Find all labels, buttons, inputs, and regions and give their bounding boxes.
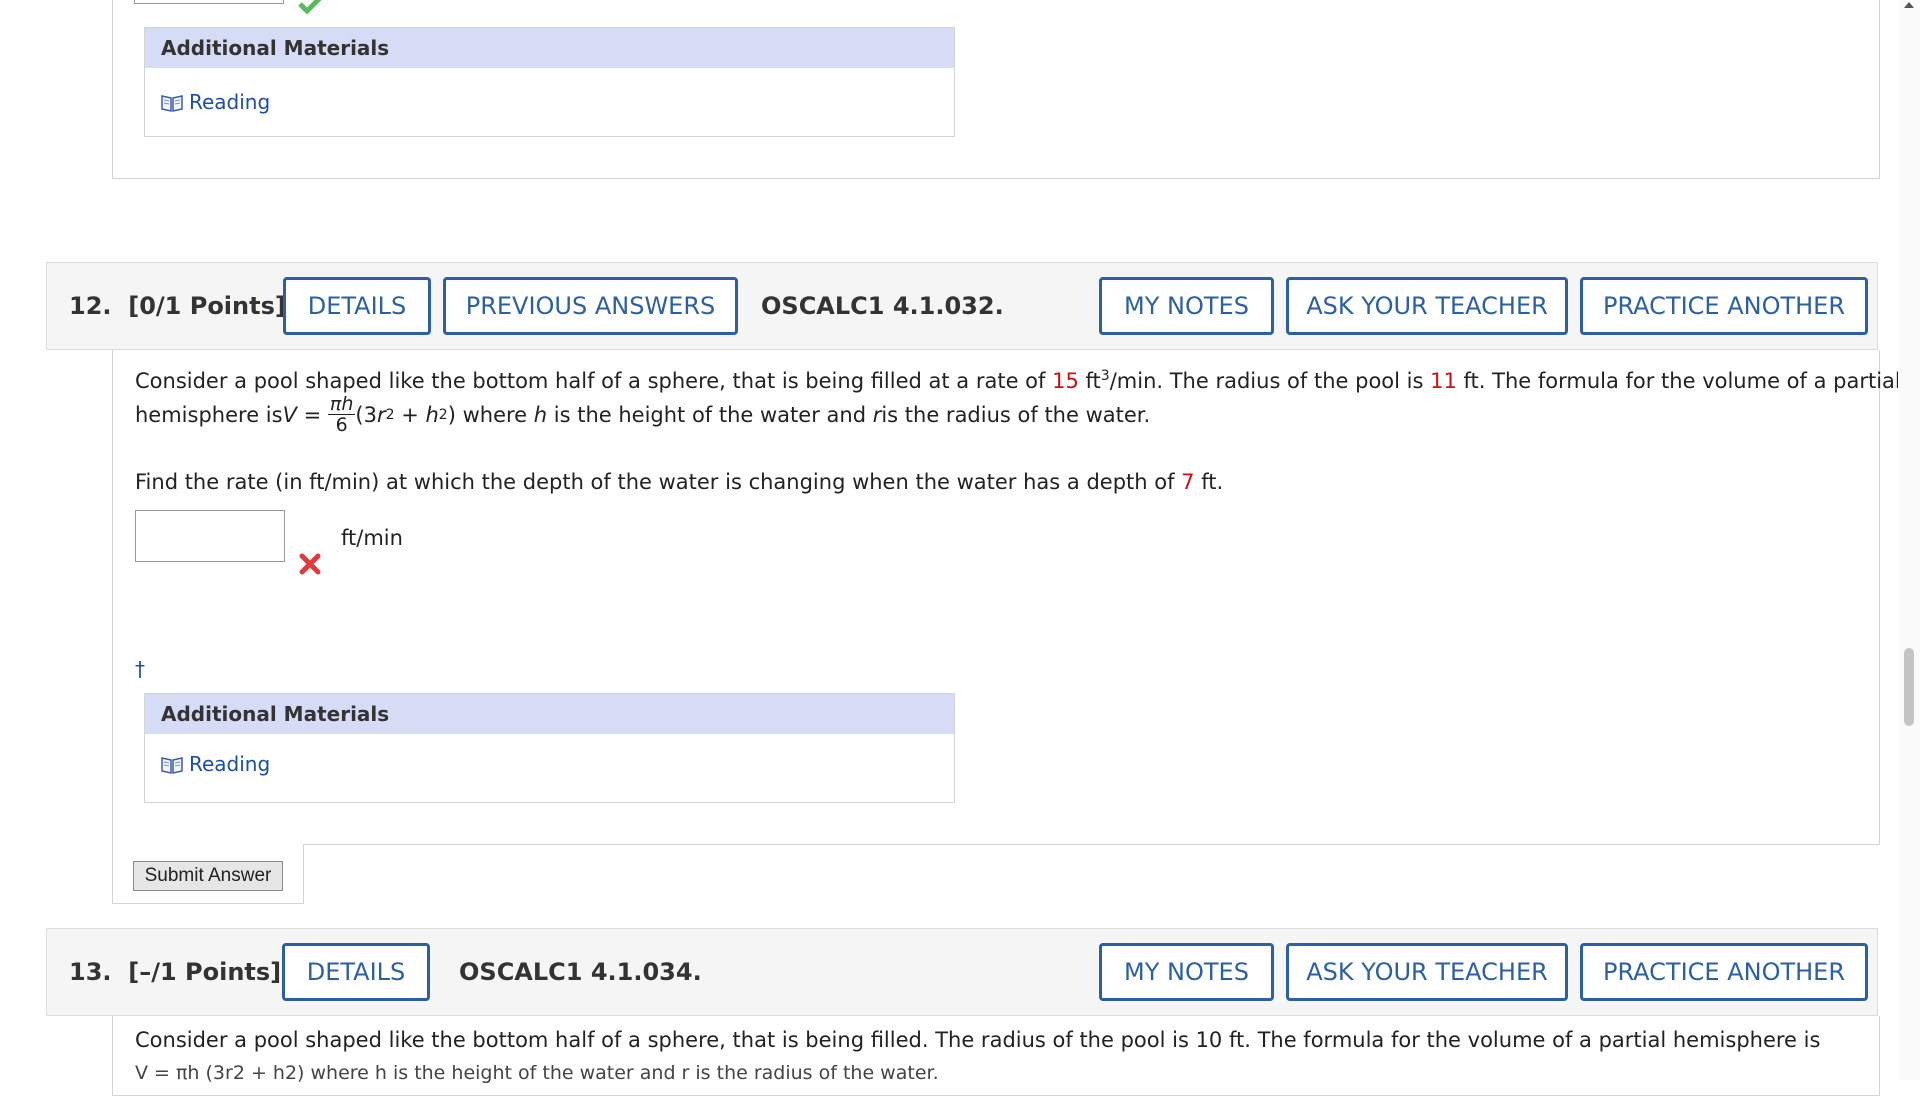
- text: is the height of the water and: [547, 402, 873, 427]
- my-notes-button[interactable]: MY NOTES: [1099, 277, 1274, 335]
- formula-var: r: [872, 402, 882, 427]
- question-number: 12.: [69, 292, 112, 320]
- previous-answers-button[interactable]: PREVIOUS ANSWERS: [443, 277, 738, 335]
- question-points: [–/1 Points]: [128, 958, 282, 986]
- question-13-text-line2: V = πh (3r2 + h2) where h is the height …: [135, 1062, 939, 1084]
- question-12-find-text: Find the rate (in ft/min) at which the d…: [135, 470, 1223, 494]
- superscript: 2: [438, 406, 448, 423]
- question-reference: OSCALC1 4.1.034.: [459, 958, 702, 986]
- text: ): [447, 402, 456, 427]
- superscript: 3: [1100, 368, 1110, 384]
- additional-materials-title: Additional Materials: [145, 694, 954, 734]
- question-12-text-line2: hemisphere is V = πh 6 (3 r 2 + h 2) where h…: [135, 394, 1150, 435]
- question-13-header: 13. [–/1 Points] DETAILS OSCALC1 4.1.034…: [46, 928, 1878, 1016]
- reading-label: Reading: [189, 752, 271, 776]
- fraction-numerator: πh: [327, 393, 356, 415]
- dagger-mark: †: [135, 657, 145, 681]
- formula-var: h: [425, 402, 439, 427]
- formula-var: h: [533, 402, 548, 427]
- unit-label: ft/min: [341, 526, 403, 550]
- text: hemisphere is: [135, 402, 283, 427]
- submit-answer-button[interactable]: Submit Answer: [133, 861, 283, 891]
- text: +: [394, 402, 426, 427]
- fraction-denominator: 6: [335, 414, 348, 436]
- rate-value: 15: [1052, 369, 1079, 393]
- text: ft.: [1194, 470, 1224, 494]
- practice-another-button[interactable]: PRACTICE ANOTHER: [1580, 277, 1868, 335]
- text: Consider a pool shaped like the bottom h…: [135, 369, 1053, 393]
- answer-input[interactable]: [135, 510, 285, 562]
- formula-var: r: [376, 402, 386, 427]
- question-number: 13.: [69, 958, 112, 986]
- reading-link[interactable]: Reading: [161, 752, 270, 776]
- book-icon: [161, 93, 183, 112]
- my-notes-button[interactable]: MY NOTES: [1099, 943, 1274, 1001]
- reading-link[interactable]: Reading: [161, 90, 270, 114]
- text: ft: [1078, 369, 1101, 393]
- question-13-number: 13. [–/1 Points]: [69, 958, 281, 986]
- details-button[interactable]: DETAILS: [283, 277, 431, 335]
- practice-another-button[interactable]: PRACTICE ANOTHER: [1580, 943, 1868, 1001]
- previous-additional-materials: Additional Materials Reading: [144, 27, 955, 137]
- previous-answer-input[interactable]: [134, 0, 284, 4]
- radius-value: 11: [1430, 369, 1457, 393]
- additional-materials-title: Additional Materials: [145, 28, 954, 68]
- formula-var: V: [282, 402, 297, 427]
- book-icon: [161, 755, 183, 774]
- question-12-submit-tab-cover: [113, 842, 303, 846]
- question-12-number: 12. [0/1 Points]: [69, 292, 286, 320]
- question-12-header: 12. [0/1 Points] DETAILS PREVIOUS ANSWER…: [46, 262, 1878, 350]
- reading-label: Reading: [189, 90, 271, 114]
- text: Find the rate (in ft/min) at which the d…: [135, 470, 1182, 494]
- ask-your-teacher-button[interactable]: ASK YOUR TEACHER: [1286, 277, 1568, 335]
- scroll-up-arrow-icon[interactable]: [1904, 2, 1914, 8]
- text: is the radius of the water.: [881, 402, 1151, 427]
- scrollbar[interactable]: [1898, 0, 1920, 1080]
- ask-your-teacher-button[interactable]: ASK YOUR TEACHER: [1286, 943, 1568, 1001]
- superscript: 2: [385, 406, 395, 423]
- text: where: [455, 402, 534, 427]
- check-icon: [298, 0, 324, 16]
- text: =: [296, 402, 328, 427]
- incorrect-icon: [299, 553, 321, 575]
- question-12-additional-materials: Additional Materials Reading: [144, 693, 955, 803]
- question-13-text-line1: Consider a pool shaped like the bottom h…: [135, 1028, 1821, 1052]
- question-points: [0/1 Points]: [128, 292, 286, 320]
- question-reference: OSCALC1 4.1.032.: [761, 292, 1004, 320]
- text: ft. The formula for the volume of a part…: [1456, 369, 1901, 393]
- question-12-text-line1: Consider a pool shaped like the bottom h…: [135, 368, 1901, 393]
- text: (3: [355, 402, 377, 427]
- depth-value: 7: [1181, 470, 1195, 494]
- text: /min. The radius of the pool is: [1109, 369, 1431, 393]
- scroll-thumb[interactable]: [1904, 648, 1914, 726]
- details-button[interactable]: DETAILS: [282, 943, 430, 1001]
- formula-fraction: πh 6: [327, 393, 356, 436]
